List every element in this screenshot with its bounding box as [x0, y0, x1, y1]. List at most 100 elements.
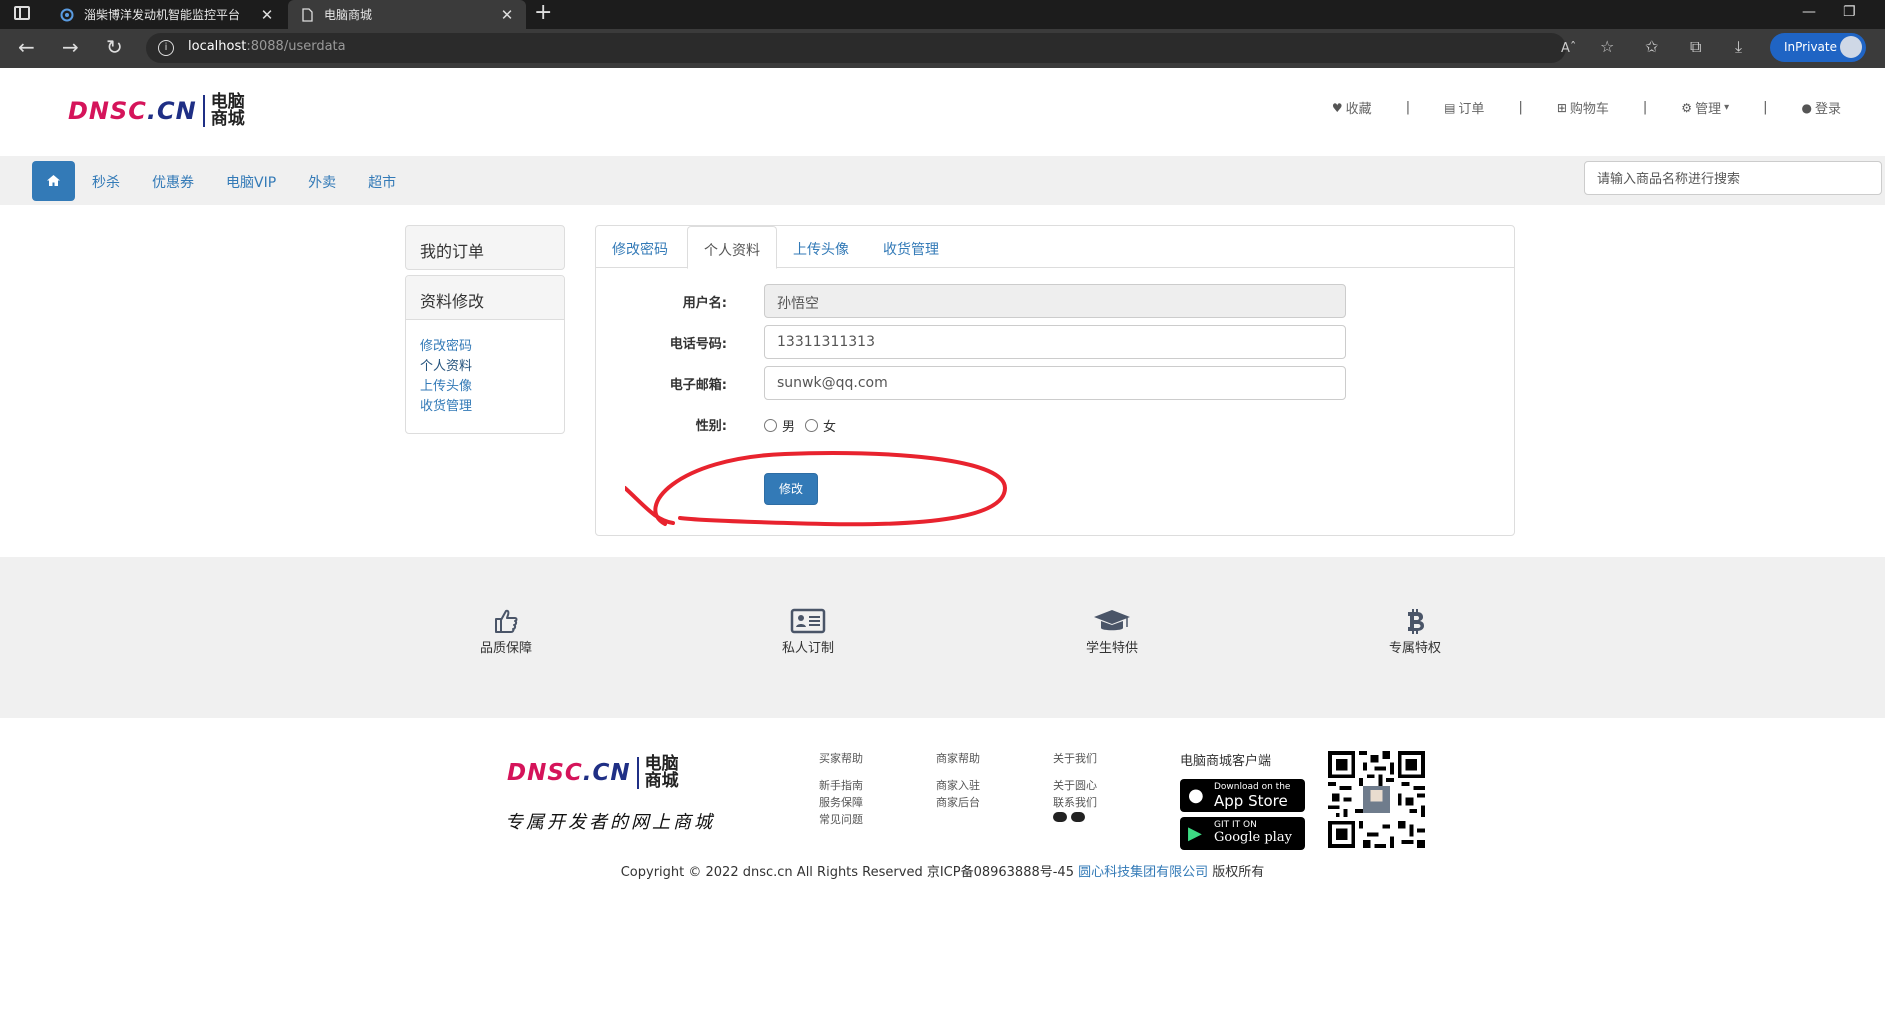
tab-address-management[interactable]: 收货管理 — [867, 226, 955, 268]
sidebar-link-address[interactable]: 收货管理 — [420, 397, 550, 417]
site-info-icon[interactable]: i — [158, 40, 174, 56]
nav-separator: | — [1763, 100, 1768, 115]
cart-icon: ⊞ — [1556, 100, 1567, 115]
home-button[interactable] — [32, 161, 75, 201]
radio-male[interactable] — [764, 419, 777, 432]
url-text[interactable]: localhost:8088/userdata — [188, 39, 346, 54]
category-links: 秒杀 优惠券 电脑VIP 外卖 超市 — [92, 172, 428, 192]
wechat-icon[interactable] — [1053, 812, 1067, 822]
username-label: 用户名: — [682, 296, 727, 311]
page-icon — [302, 7, 313, 22]
radio-label: 男 — [782, 420, 796, 435]
favorites-icon[interactable]: ✩ — [1645, 38, 1658, 56]
footer-link[interactable]: 服务保障 — [819, 794, 863, 811]
browser-tab-monitor[interactable]: 淄柴博洋发动机智能监控平台 ✕ — [48, 0, 286, 29]
feature-custom: 私人订制 — [748, 607, 868, 656]
nav-separator: | — [1642, 100, 1648, 115]
site-logo[interactable]: DNSC.CN 电脑 商城 — [68, 94, 251, 128]
nav-link-seckill[interactable]: 秒杀 — [92, 172, 120, 192]
browser-tab-active[interactable]: 电脑商城 ✕ — [288, 0, 526, 29]
reload-icon[interactable]: ↻ — [106, 37, 123, 57]
email-row: 电子邮箱: sunwk@qq.com — [596, 366, 1514, 400]
tab-upload-avatar[interactable]: 上传头像 — [777, 226, 865, 268]
inprivate-label: InPrivate — [1784, 40, 1837, 54]
footer-col-title: 关于我们 — [1053, 752, 1097, 765]
nav-label: 订单 — [1458, 102, 1485, 117]
nav-separator: | — [1518, 100, 1523, 115]
profile-tabs: 修改密码 个人资料 上传头像 收货管理 — [596, 226, 1514, 269]
nav-admin-dropdown[interactable]: ⚙ 管理 ▾ — [1681, 98, 1730, 118]
thumbs-up-icon — [495, 609, 518, 633]
collections-icon[interactable]: ⧉ — [1690, 38, 1701, 56]
user-icon: ● — [1801, 100, 1812, 115]
tab-close-icon[interactable]: ✕ — [500, 6, 514, 24]
footer-link[interactable]: 商家入驻 — [936, 777, 980, 794]
bitcoin-icon — [1408, 609, 1424, 634]
store-big-text: App Store — [1214, 792, 1288, 810]
email-field[interactable]: sunwk@qq.com — [764, 366, 1346, 400]
sidebar-link-avatar[interactable]: 上传头像 — [420, 377, 550, 397]
footer-link[interactable]: 商家后台 — [936, 794, 980, 811]
sidebar-link-password[interactable]: 修改密码 — [420, 337, 550, 357]
forward-icon[interactable]: → — [62, 37, 79, 57]
nav-link-vip[interactable]: 电脑VIP — [226, 172, 276, 192]
nav-link-coupon[interactable]: 优惠券 — [152, 172, 194, 192]
new-tab-button[interactable]: + — [534, 2, 552, 24]
footer-col-about: 关于我们 关于圆心 联系我们 — [1053, 750, 1097, 822]
browser-toolbar: ← → ↻ i localhost:8088/userdata Aˆ ☆ ✩ ⧉… — [0, 29, 1885, 68]
footer-link[interactable]: 联系我们 — [1053, 794, 1097, 811]
gender-radio-group: 男 女 — [764, 416, 846, 435]
radio-female[interactable] — [805, 419, 819, 432]
inprivate-badge[interactable]: InPrivate — [1770, 33, 1866, 62]
nav-cart[interactable]: ⊞ 购物车 — [1556, 98, 1609, 118]
tab-close-icon[interactable]: ✕ — [260, 6, 274, 24]
footer-link[interactable]: 新手指南 — [819, 777, 863, 794]
nav-separator: | — [1405, 100, 1411, 115]
weibo-icon[interactable] — [1071, 812, 1085, 822]
company-link[interactable]: 圆心科技集团有限公司 — [1078, 865, 1208, 880]
feature-quality: 品质保障 — [446, 607, 566, 656]
back-icon[interactable]: ← — [18, 37, 35, 57]
logo-cn: 电脑 商城 — [644, 754, 679, 791]
site-footer: DNSC.CN 电脑 商城 专属开发者的网上商城 买家帮助 新手指南 服务保障 常… — [0, 718, 1885, 1012]
site-header: DNSC.CN 电脑 商城 ♥ 收藏 | ▤ 订单 | ⊞ 购物车 | ⚙ 管理 ▾ | ●… — [0, 68, 1885, 156]
address-bar[interactable]: i localhost:8088/userdata Aˆ — [146, 33, 1576, 63]
nav-orders[interactable]: ▤ 订单 — [1444, 98, 1485, 118]
add-favorite-icon[interactable]: ☆ — [1600, 38, 1614, 56]
nav-login[interactable]: ● 登录 — [1801, 98, 1842, 118]
top-nav: ♥ 收藏 | ▤ 订单 | ⊞ 购物车 | ⚙ 管理 ▾ | ● 登录 — [1332, 98, 1841, 117]
app-store-button[interactable]: ● Download on the App Store — [1180, 779, 1305, 812]
caret-down-icon: ▾ — [1724, 102, 1730, 113]
profile-avatar — [1840, 36, 1862, 58]
gender-female-option[interactable]: 女 — [805, 416, 836, 435]
phone-row: 电话号码: 13311311313 — [596, 325, 1514, 359]
nav-favorites[interactable]: ♥ 收藏 — [1332, 98, 1372, 118]
restore-button[interactable]: ❐ — [1843, 4, 1856, 20]
footer-col-buyer: 买家帮助 新手指南 服务保障 常见问题 — [819, 750, 863, 828]
profile-panel-body: 修改密码 个人资料 上传头像 收货管理 — [406, 320, 564, 433]
my-orders-link[interactable]: 我的订单 — [405, 225, 565, 270]
search-input[interactable] — [1584, 161, 1882, 195]
tab-actions-icon[interactable] — [14, 6, 30, 20]
phone-field[interactable]: 13311311313 — [764, 325, 1346, 359]
sidebar-link-profile[interactable]: 个人资料 — [420, 357, 550, 377]
client-title: 电脑商城客户端 — [1180, 754, 1272, 769]
minimize-button[interactable]: — — [1802, 4, 1816, 20]
feature-student: 学生特供 — [1052, 607, 1172, 656]
tab-change-password[interactable]: 修改密码 — [596, 226, 684, 268]
downloads-icon[interactable]: ⤓ — [1735, 38, 1742, 56]
google-play-button[interactable]: ▶ GIT IT ON Google play — [1180, 817, 1305, 850]
nav-link-market[interactable]: 超市 — [368, 172, 396, 192]
tab-personal-info[interactable]: 个人资料 — [687, 226, 777, 269]
read-aloud-icon[interactable]: Aˆ — [1561, 40, 1576, 58]
copyright-text: Copyright © 2022 dnsc.cn All Rights Rese… — [620, 865, 1079, 880]
footer-link[interactable]: 关于圆心 — [1053, 777, 1097, 794]
nav-label: 登录 — [1814, 102, 1841, 117]
tab-title: 淄柴博洋发动机智能监控平台 — [84, 8, 241, 22]
gender-male-option[interactable]: 男 — [764, 416, 795, 435]
footer-link[interactable]: 常见问题 — [819, 811, 863, 828]
home-icon — [47, 175, 60, 186]
footer-col-seller: 商家帮助 商家入驻 商家后台 — [936, 750, 980, 811]
nav-link-takeout[interactable]: 外卖 — [308, 172, 336, 192]
store-small-text: GIT IT ON — [1214, 820, 1257, 830]
